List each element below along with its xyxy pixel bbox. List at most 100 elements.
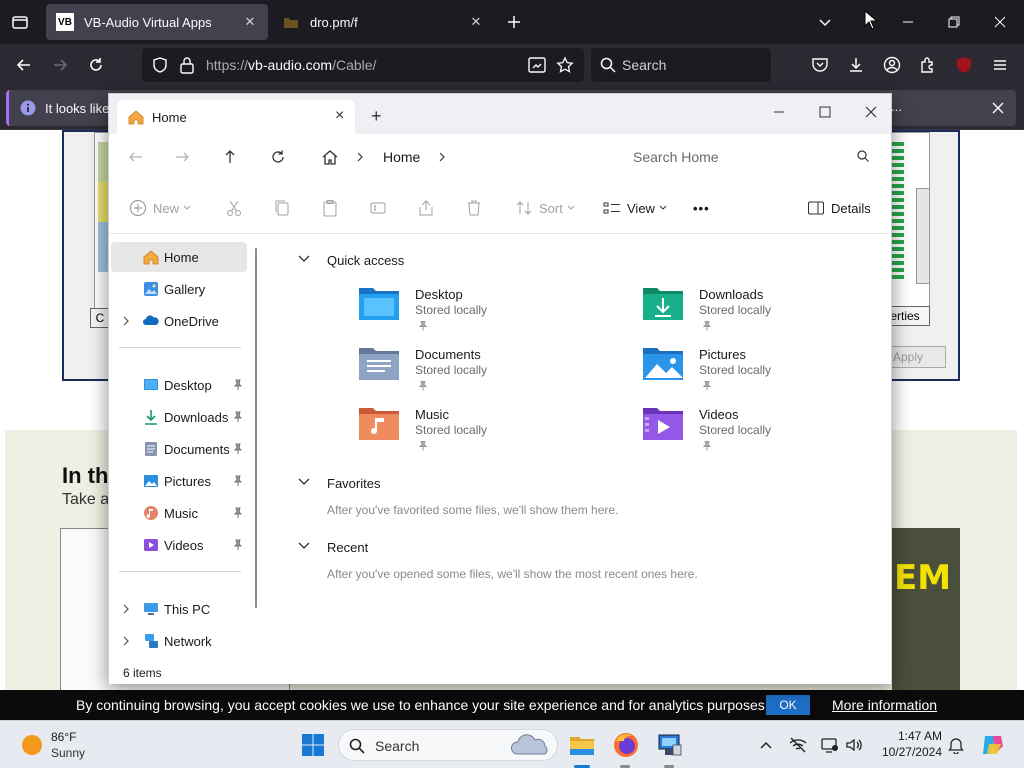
pin-icon[interactable] bbox=[233, 443, 243, 455]
home-outline-icon[interactable] bbox=[321, 148, 339, 166]
quick-access-item-pictures[interactable]: Pictures Stored locally bbox=[641, 344, 901, 400]
copy-button[interactable] bbox=[273, 198, 291, 218]
taskbar-control-panel[interactable] bbox=[656, 731, 684, 759]
chevron-right-icon[interactable] bbox=[437, 151, 447, 163]
ublock-button[interactable] bbox=[952, 53, 976, 77]
nav-item-videos[interactable]: Videos bbox=[111, 530, 247, 560]
favorites-header[interactable]: Favorites bbox=[327, 476, 380, 491]
new-button[interactable]: New bbox=[129, 198, 191, 218]
breadcrumb[interactable]: Home bbox=[309, 139, 609, 175]
close-tab-icon[interactable]: × bbox=[335, 108, 349, 124]
chevron-down-icon[interactable] bbox=[297, 477, 311, 487]
sort-button[interactable]: Sort bbox=[515, 198, 575, 218]
clock-time[interactable]: 1:47 AM bbox=[880, 729, 942, 743]
shield-icon[interactable] bbox=[151, 56, 169, 74]
quick-access-item-downloads[interactable]: Downloads Stored locally bbox=[641, 284, 901, 340]
weather-condition[interactable]: Sunny bbox=[51, 746, 85, 760]
minimize-browser-button[interactable] bbox=[896, 10, 920, 34]
nav-item-desktop[interactable]: Desktop bbox=[111, 370, 247, 400]
pin-icon[interactable] bbox=[233, 411, 243, 423]
start-button[interactable] bbox=[301, 733, 325, 757]
taskbar-search-box[interactable]: Search bbox=[338, 729, 558, 761]
notifications-button[interactable] bbox=[946, 735, 966, 755]
explorer-forward-button[interactable] bbox=[171, 146, 193, 168]
cookie-ok-button[interactable]: OK bbox=[766, 695, 810, 715]
video-thumbnail[interactable]: EM bbox=[892, 528, 960, 690]
explorer-search-input[interactable]: Search Home bbox=[617, 139, 881, 173]
new-tab-button[interactable] bbox=[504, 12, 524, 32]
nav-item-pictures[interactable]: Pictures bbox=[111, 466, 247, 496]
nav-item-downloads[interactable]: Downloads bbox=[111, 402, 247, 432]
maximize-explorer-button[interactable] bbox=[811, 100, 839, 124]
nav-item-this-pc[interactable]: This PC bbox=[111, 594, 247, 624]
forward-button[interactable] bbox=[48, 53, 72, 77]
extensions-button[interactable] bbox=[916, 53, 940, 77]
list-all-tabs-button[interactable] bbox=[815, 12, 835, 32]
url-bar[interactable]: https://vb-audio.com/Cable/ bbox=[142, 48, 584, 82]
chevron-right-icon[interactable] bbox=[355, 151, 365, 163]
explorer-refresh-button[interactable] bbox=[267, 146, 289, 168]
reader-view-icon[interactable] bbox=[528, 57, 546, 73]
nav-item-home[interactable]: Home bbox=[111, 242, 247, 272]
weather-temperature[interactable]: 86°F bbox=[51, 730, 76, 744]
notification-more-button[interactable]: ... bbox=[891, 99, 902, 114]
restore-browser-button[interactable] bbox=[942, 10, 966, 34]
quick-access-item-documents[interactable]: Documents Stored locally bbox=[357, 344, 617, 400]
nav-item-gallery[interactable]: Gallery bbox=[111, 274, 247, 304]
nav-item-music[interactable]: Music bbox=[111, 498, 247, 528]
chevron-right-icon[interactable] bbox=[121, 635, 131, 647]
view-button[interactable]: View bbox=[603, 198, 667, 218]
pin-icon[interactable] bbox=[233, 379, 243, 391]
reload-button[interactable] bbox=[84, 53, 108, 77]
bookmark-star-icon[interactable] bbox=[556, 56, 574, 74]
close-tab-icon[interactable]: ✕ bbox=[242, 14, 258, 30]
cut-button[interactable] bbox=[225, 198, 243, 218]
nav-pane-scrollbar[interactable] bbox=[255, 248, 257, 608]
recent-header[interactable]: Recent bbox=[327, 540, 368, 555]
pin-icon[interactable] bbox=[233, 475, 243, 487]
chevron-right-icon[interactable] bbox=[121, 603, 131, 615]
tray-display-button[interactable] bbox=[820, 735, 840, 755]
chevron-down-icon[interactable] bbox=[297, 254, 311, 264]
explorer-back-button[interactable] bbox=[125, 146, 147, 168]
close-explorer-button[interactable] bbox=[857, 100, 885, 124]
pocket-button[interactable] bbox=[808, 53, 832, 77]
new-explorer-tab-button[interactable]: + bbox=[371, 106, 382, 127]
menu-button[interactable] bbox=[988, 53, 1012, 77]
paste-button[interactable] bbox=[321, 198, 339, 218]
browser-tab-dro[interactable]: dro.pm/f ✕ bbox=[272, 4, 494, 40]
close-tab-icon[interactable]: ✕ bbox=[468, 14, 484, 30]
browser-tab-vb-audio[interactable]: VB VB-Audio Virtual Apps ✕ bbox=[46, 4, 268, 40]
copilot-button[interactable] bbox=[980, 732, 1006, 758]
minimize-explorer-button[interactable] bbox=[765, 100, 793, 124]
explorer-up-button[interactable] bbox=[219, 146, 241, 168]
quick-access-header[interactable]: Quick access bbox=[327, 253, 404, 268]
details-pane-button[interactable]: Details bbox=[807, 198, 871, 218]
tray-network-icon-button[interactable] bbox=[788, 735, 808, 755]
taskbar-file-explorer[interactable] bbox=[568, 731, 596, 759]
back-button[interactable] bbox=[12, 53, 36, 77]
downloads-button[interactable] bbox=[844, 53, 868, 77]
chevron-down-icon[interactable] bbox=[297, 541, 311, 551]
pin-icon[interactable] bbox=[233, 507, 243, 519]
sun-icon[interactable] bbox=[22, 735, 42, 755]
nav-item-documents[interactable]: Documents bbox=[111, 434, 247, 464]
clock-date[interactable]: 10/27/2024 bbox=[872, 745, 942, 759]
breadcrumb-home[interactable]: Home bbox=[383, 149, 420, 165]
show-hidden-icons-button[interactable] bbox=[756, 735, 776, 755]
see-more-button[interactable]: ••• bbox=[693, 198, 710, 218]
delete-button[interactable] bbox=[465, 198, 483, 218]
url-text[interactable]: https://vb-audio.com/Cable/ bbox=[206, 57, 376, 73]
explorer-tab-home[interactable]: Home × bbox=[117, 100, 355, 134]
close-notification-icon[interactable] bbox=[992, 102, 1004, 114]
share-button[interactable] bbox=[417, 198, 435, 218]
browser-search-box[interactable]: Search bbox=[591, 48, 771, 82]
cookie-more-info-link[interactable]: More information bbox=[832, 697, 937, 713]
tray-volume-button[interactable] bbox=[844, 735, 864, 755]
pin-icon[interactable] bbox=[233, 539, 243, 551]
rename-button[interactable] bbox=[369, 198, 387, 218]
chevron-right-icon[interactable] bbox=[121, 315, 131, 327]
tab-list-button[interactable] bbox=[8, 10, 32, 34]
account-button[interactable] bbox=[880, 53, 904, 77]
taskbar-firefox[interactable] bbox=[612, 731, 640, 759]
